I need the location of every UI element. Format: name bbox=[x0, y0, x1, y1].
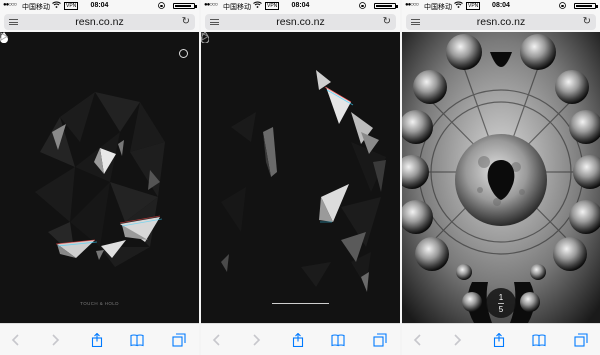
rotation-lock-icon bbox=[359, 2, 366, 11]
phone-screen-3: ●●○○○ 中国移动 VPN 08:04 resn.co.nz ↻ 1 5 bbox=[402, 0, 600, 355]
phone-screen-1: ●●○○○ 中国移动 VPN 08:04 resn.co.nz ↻ TOUCH … bbox=[0, 0, 199, 355]
share-icon[interactable] bbox=[492, 333, 506, 347]
status-bar: ●●○○○ 中国移动 VPN 08:04 bbox=[402, 0, 600, 12]
url-text[interactable]: resn.co.nz bbox=[406, 16, 596, 28]
url-text[interactable]: resn.co.nz bbox=[205, 16, 396, 28]
chevron-left-icon[interactable] bbox=[9, 333, 23, 347]
web-canvas[interactable]: 1 5 bbox=[402, 32, 600, 323]
chevron-left-icon[interactable] bbox=[210, 333, 224, 347]
status-time: 08:04 bbox=[291, 2, 310, 9]
battery-level bbox=[576, 5, 593, 7]
chevron-left-icon[interactable] bbox=[411, 333, 425, 347]
circle-icon[interactable] bbox=[179, 49, 188, 58]
url-text[interactable]: resn.co.nz bbox=[4, 16, 195, 28]
counter-current: 1 bbox=[498, 293, 504, 302]
web-canvas[interactable] bbox=[201, 32, 400, 323]
status-time: 08:04 bbox=[90, 2, 109, 9]
phone-screen-2: ●●○○○ 中国移动 VPN 08:04 resn.co.nz ↻ bbox=[201, 0, 400, 355]
book-icon[interactable] bbox=[532, 333, 546, 347]
address-field[interactable]: resn.co.nz ↻ bbox=[205, 14, 396, 30]
safari-toolbar bbox=[0, 323, 199, 355]
safari-toolbar bbox=[201, 323, 400, 355]
battery-icon bbox=[374, 3, 398, 9]
address-field[interactable]: resn.co.nz ↻ bbox=[406, 14, 596, 30]
kaleidoscope-art bbox=[402, 32, 600, 323]
tabs-icon[interactable] bbox=[172, 333, 186, 347]
url-bar: resn.co.nz ↻ bbox=[402, 12, 600, 32]
web-canvas[interactable]: TOUCH & HOLD bbox=[0, 32, 199, 323]
reload-icon[interactable]: ↻ bbox=[383, 16, 391, 27]
tabs-icon[interactable] bbox=[373, 333, 387, 347]
crystal-sphere-art bbox=[35, 92, 165, 267]
battery-icon bbox=[173, 3, 197, 9]
tabs-icon[interactable] bbox=[574, 333, 588, 347]
play-icon[interactable] bbox=[0, 32, 8, 41]
counter-total: 5 bbox=[498, 305, 504, 314]
play-icon[interactable] bbox=[201, 32, 209, 41]
slide-counter: 1 5 bbox=[486, 288, 516, 318]
safari-toolbar bbox=[402, 323, 600, 355]
battery-icon bbox=[574, 3, 598, 9]
address-field[interactable]: resn.co.nz ↻ bbox=[4, 14, 195, 30]
reload-icon[interactable]: ↻ bbox=[583, 16, 591, 27]
chevron-right-icon[interactable] bbox=[450, 333, 464, 347]
book-icon[interactable] bbox=[130, 333, 144, 347]
status-bar: ●●○○○ 中国移动 VPN 08:04 bbox=[0, 0, 199, 12]
url-bar: resn.co.nz ↻ bbox=[0, 12, 199, 32]
rotation-lock-icon bbox=[559, 2, 566, 11]
battery-level bbox=[376, 5, 393, 7]
loading-progress-line bbox=[272, 303, 329, 304]
counter-divider bbox=[498, 303, 504, 304]
status-bar: ●●○○○ 中国移动 VPN 08:04 bbox=[201, 0, 400, 12]
shard-explosion-art bbox=[221, 70, 386, 292]
battery-level bbox=[175, 5, 192, 7]
share-icon[interactable] bbox=[90, 333, 104, 347]
reload-icon[interactable]: ↻ bbox=[182, 16, 190, 27]
status-time: 08:04 bbox=[492, 2, 510, 9]
share-icon[interactable] bbox=[291, 333, 305, 347]
book-icon[interactable] bbox=[331, 333, 345, 347]
chevron-right-icon[interactable] bbox=[48, 333, 62, 347]
rotation-lock-icon bbox=[158, 2, 165, 11]
touch-hold-hint: TOUCH & HOLD bbox=[80, 301, 119, 306]
url-bar: resn.co.nz ↻ bbox=[201, 12, 400, 32]
chevron-right-icon[interactable] bbox=[249, 333, 263, 347]
